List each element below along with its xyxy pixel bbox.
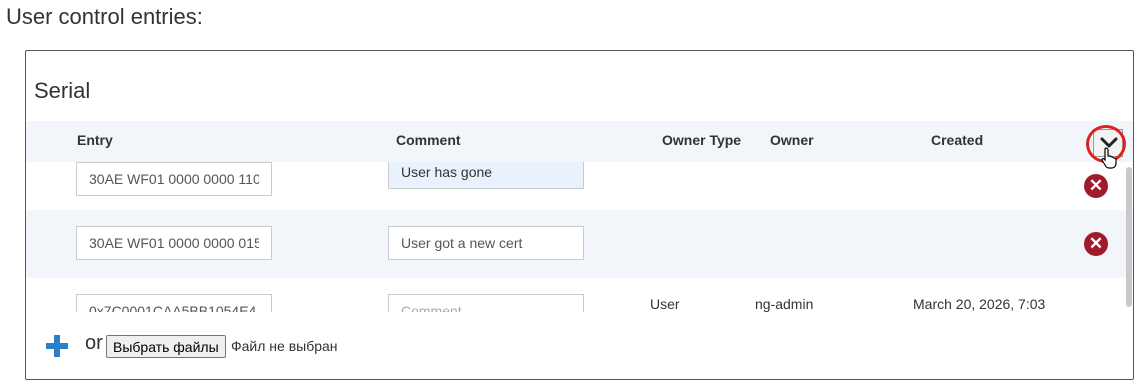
- delete-entry-button[interactable]: ✕: [1084, 232, 1108, 256]
- or-text: or: [85, 332, 103, 354]
- comment-input[interactable]: [388, 226, 584, 260]
- column-header-entry: Entry: [77, 132, 113, 148]
- plus-icon[interactable]: [46, 335, 68, 357]
- table-row: ✕: [26, 162, 1133, 210]
- serial-panel: Serial Entry Comment Owner Type Owner Cr…: [25, 50, 1134, 380]
- choose-file-button[interactable]: Выбрать файлы: [106, 335, 226, 358]
- close-circle-icon: ✕: [1088, 176, 1104, 195]
- file-status: Файл не выбран: [231, 338, 338, 354]
- scrollbar[interactable]: [1126, 167, 1132, 307]
- comment-input[interactable]: [388, 162, 584, 189]
- section-title: Serial: [34, 78, 91, 103]
- column-header-comment: Comment: [396, 132, 461, 148]
- created-cell: March 20, 2026, 7:03: [913, 296, 1046, 312]
- table-header: Entry Comment Owner Type Owner Created: [26, 121, 1133, 162]
- owner-cell: ng-admin: [755, 296, 814, 312]
- entries-list[interactable]: ✕ ✕ User ng-admin March 20, 2026, 7:03 ✕: [26, 162, 1133, 312]
- entry-input[interactable]: [76, 226, 272, 260]
- column-header-owner: Owner: [770, 132, 814, 148]
- delete-entry-button[interactable]: ✕: [1084, 174, 1108, 198]
- table-row: User ng-admin March 20, 2026, 7:03 ✕: [26, 278, 1133, 312]
- column-header-owner-type: Owner Type: [662, 132, 742, 148]
- comment-input[interactable]: [388, 294, 584, 312]
- column-header-created: Created: [931, 132, 984, 148]
- entry-input[interactable]: [76, 294, 272, 312]
- table-row: ✕: [26, 210, 1133, 278]
- entry-input[interactable]: [76, 162, 272, 196]
- hand-pointer-icon: [1101, 147, 1117, 169]
- page-heading: User control entries:: [6, 4, 203, 29]
- panel-footer: or Выбрать файлы Файл не выбран: [26, 312, 1133, 379]
- close-circle-icon: ✕: [1088, 234, 1104, 253]
- owner-type-cell: User: [650, 296, 680, 312]
